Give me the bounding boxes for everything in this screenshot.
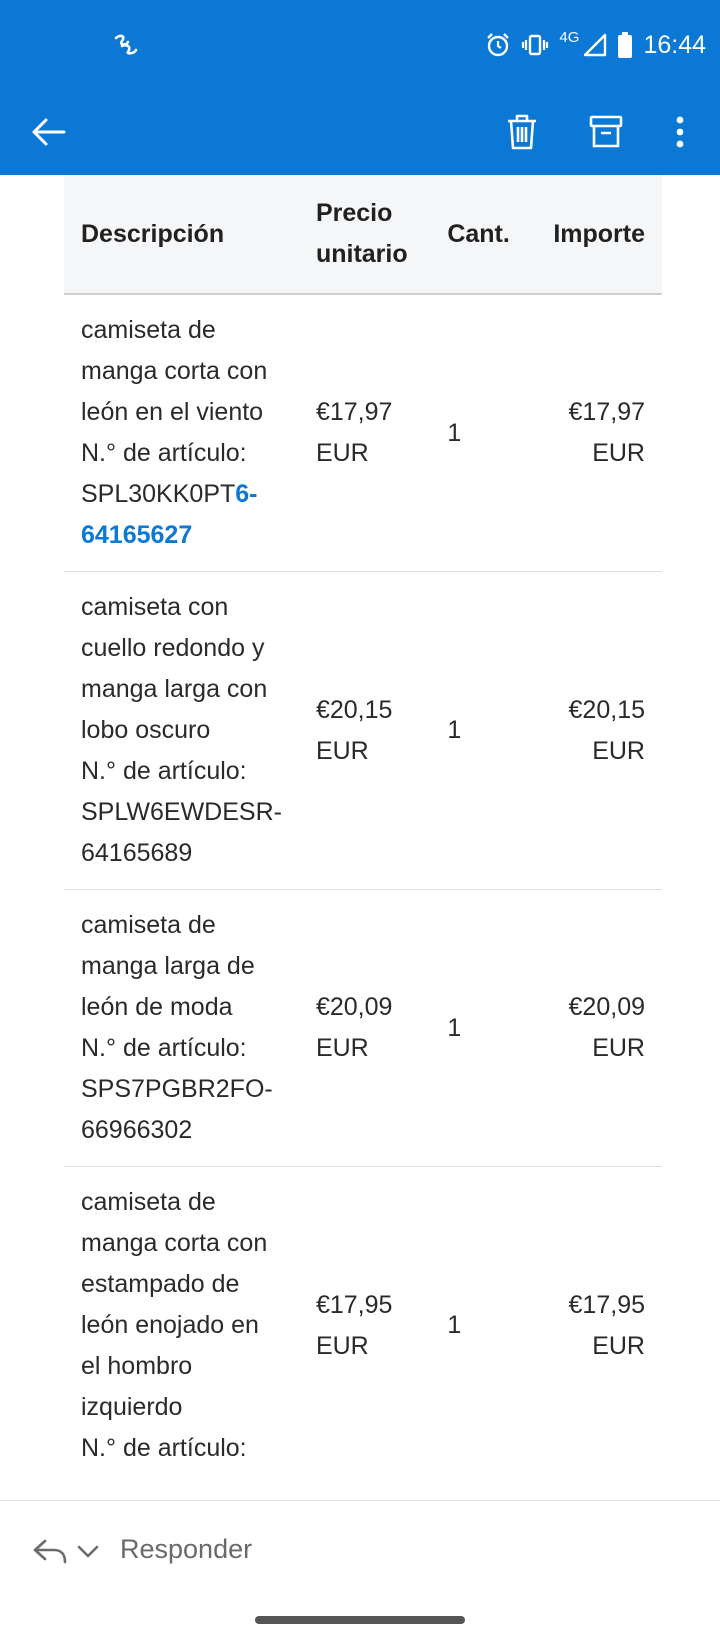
trash-icon xyxy=(508,114,536,150)
item-quantity: 1 xyxy=(430,293,531,572)
item-amount: €20,09 EUR xyxy=(530,889,662,1167)
table-row: camiseta de manga corta con estampado de… xyxy=(64,1166,662,1484)
battery-icon xyxy=(618,32,633,58)
cell-signal-icon xyxy=(584,33,607,57)
item-amount: €17,95 EUR xyxy=(530,1166,662,1484)
clock: 16:44 xyxy=(643,30,706,59)
item-description: camiseta con cuello redondo y manga larg… xyxy=(64,571,299,890)
table-row: camiseta de manga corta con león en el v… xyxy=(64,293,662,572)
archive-icon xyxy=(589,115,623,148)
status-icons: 4G 16:44 xyxy=(485,28,706,62)
item-number-label: N.° de artículo: xyxy=(81,1034,247,1062)
table-row: camiseta con cuello redondo y manga larg… xyxy=(64,571,662,890)
item-number-label: N.° de artículo: xyxy=(81,757,247,785)
item-code: SPS7PGBR2FO-66966302 xyxy=(81,1075,273,1144)
item-number-label: N.° de artículo: xyxy=(81,1434,247,1462)
delete-button[interactable] xyxy=(498,108,546,156)
item-unit-price: €17,97 EUR xyxy=(298,293,431,572)
header-amount: Importe xyxy=(530,175,662,294)
item-description: camiseta de manga corta con león en el v… xyxy=(64,293,299,572)
item-amount: €20,15 EUR xyxy=(530,571,662,890)
reply-bar: Responder xyxy=(0,1500,720,1601)
header-unit-price-line2: unitario xyxy=(315,240,408,268)
item-unit-price: €17,95 EUR xyxy=(298,1166,431,1484)
item-unit-price: €20,09 EUR xyxy=(298,889,431,1167)
back-button[interactable] xyxy=(24,108,72,156)
item-description: camiseta de manga corta con estampado de… xyxy=(64,1166,299,1484)
archive-button[interactable] xyxy=(582,108,630,156)
chevron-down-icon[interactable] xyxy=(76,1541,100,1561)
reply-icon[interactable] xyxy=(32,1537,68,1565)
signal-app-icon xyxy=(114,34,138,55)
item-name: camiseta de manga corta con león en el v… xyxy=(81,316,268,426)
table-row: camiseta de manga larga de león de moda … xyxy=(64,889,662,1167)
item-unit-price: €20,15 EUR xyxy=(298,571,431,890)
order-items-table: Descripción Precio unitario Cant. Import… xyxy=(64,175,662,1484)
header-quantity: Cant. xyxy=(430,175,531,294)
item-amount: €17,97 EUR xyxy=(530,293,662,572)
item-quantity: 1 xyxy=(430,571,531,890)
back-arrow-icon xyxy=(32,118,66,146)
item-quantity: 1 xyxy=(430,889,531,1167)
more-vert-icon xyxy=(676,116,684,148)
table-header-row: Descripción Precio unitario Cant. Import… xyxy=(64,175,662,294)
item-code: SPL30KK0PT xyxy=(81,480,236,508)
email-body[interactable]: Descripción Precio unitario Cant. Import… xyxy=(0,175,720,1500)
alarm-icon xyxy=(487,33,510,57)
more-options-button[interactable] xyxy=(656,108,704,156)
status-bar: 4G 16:44 xyxy=(0,0,720,90)
item-name: camiseta con cuello redondo y manga larg… xyxy=(81,593,268,744)
vibrate-icon xyxy=(522,34,549,56)
app-header: 4G 16:44 xyxy=(0,0,720,175)
reply-button[interactable]: Responder xyxy=(120,1534,252,1565)
network-type: 4G xyxy=(559,28,580,46)
item-code: SPLW6EWDESR-64165689 xyxy=(81,798,282,867)
item-name: camiseta de manga larga de león de moda xyxy=(81,911,255,1021)
email-toolbar xyxy=(0,90,720,175)
item-name: camiseta de manga corta con estampado de… xyxy=(81,1188,268,1421)
header-unit-price: Precio unitario xyxy=(298,175,431,294)
header-description: Descripción xyxy=(64,175,299,294)
item-number-label: N.° de artículo: xyxy=(81,439,247,467)
header-unit-price-line1: Precio xyxy=(315,199,393,227)
home-indicator[interactable] xyxy=(255,1616,465,1624)
item-description: camiseta de manga larga de león de moda … xyxy=(64,889,299,1167)
item-quantity: 1 xyxy=(430,1166,531,1484)
